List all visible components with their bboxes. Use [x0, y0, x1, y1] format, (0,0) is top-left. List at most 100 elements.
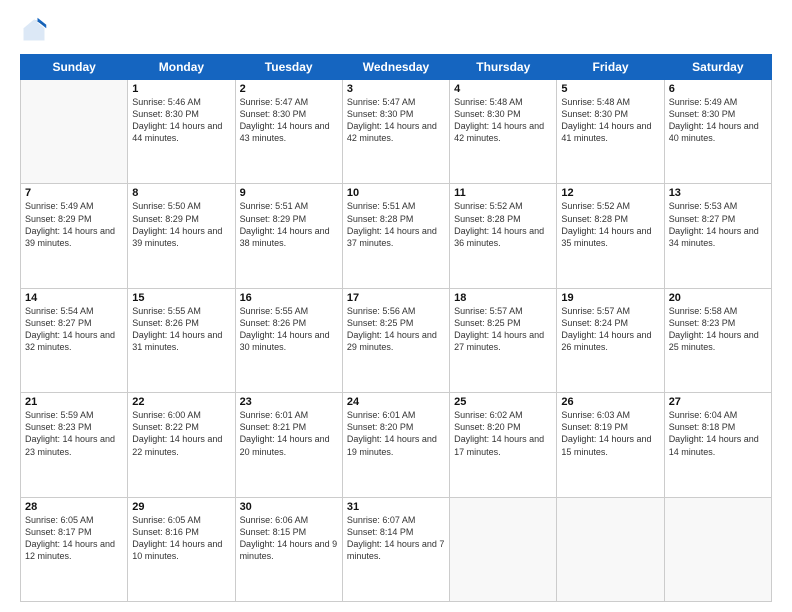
calendar-cell: 15Sunrise: 5:55 AMSunset: 8:26 PMDayligh… [128, 288, 235, 392]
day-number: 1 [132, 83, 230, 95]
cell-info: Sunrise: 6:05 AMSunset: 8:16 PMDaylight:… [132, 514, 230, 563]
calendar-cell: 9Sunrise: 5:51 AMSunset: 8:29 PMDaylight… [235, 184, 342, 288]
calendar-cell: 2Sunrise: 5:47 AMSunset: 8:30 PMDaylight… [235, 80, 342, 184]
cell-info: Sunrise: 6:07 AMSunset: 8:14 PMDaylight:… [347, 514, 445, 563]
calendar-cell: 16Sunrise: 5:55 AMSunset: 8:26 PMDayligh… [235, 288, 342, 392]
header [20, 16, 772, 44]
day-number: 14 [25, 292, 123, 304]
cell-info: Sunrise: 5:49 AMSunset: 8:29 PMDaylight:… [25, 200, 123, 249]
calendar-cell: 31Sunrise: 6:07 AMSunset: 8:14 PMDayligh… [342, 497, 449, 601]
cell-info: Sunrise: 5:47 AMSunset: 8:30 PMDaylight:… [347, 96, 445, 145]
calendar-week-2: 7Sunrise: 5:49 AMSunset: 8:29 PMDaylight… [21, 184, 772, 288]
day-number: 31 [347, 501, 445, 513]
cell-info: Sunrise: 6:02 AMSunset: 8:20 PMDaylight:… [454, 409, 552, 458]
cell-info: Sunrise: 5:52 AMSunset: 8:28 PMDaylight:… [454, 200, 552, 249]
calendar-cell: 13Sunrise: 5:53 AMSunset: 8:27 PMDayligh… [664, 184, 771, 288]
cell-info: Sunrise: 5:47 AMSunset: 8:30 PMDaylight:… [240, 96, 338, 145]
calendar-cell: 22Sunrise: 6:00 AMSunset: 8:22 PMDayligh… [128, 393, 235, 497]
day-number: 28 [25, 501, 123, 513]
day-number: 16 [240, 292, 338, 304]
calendar-cell: 26Sunrise: 6:03 AMSunset: 8:19 PMDayligh… [557, 393, 664, 497]
calendar-table: Sunday Monday Tuesday Wednesday Thursday… [20, 54, 772, 602]
calendar-cell [450, 497, 557, 601]
day-number: 8 [132, 187, 230, 199]
cell-info: Sunrise: 5:50 AMSunset: 8:29 PMDaylight:… [132, 200, 230, 249]
day-number: 9 [240, 187, 338, 199]
cell-info: Sunrise: 5:49 AMSunset: 8:30 PMDaylight:… [669, 96, 767, 145]
calendar-cell: 21Sunrise: 5:59 AMSunset: 8:23 PMDayligh… [21, 393, 128, 497]
day-number: 13 [669, 187, 767, 199]
calendar-cell: 18Sunrise: 5:57 AMSunset: 8:25 PMDayligh… [450, 288, 557, 392]
calendar-cell: 5Sunrise: 5:48 AMSunset: 8:30 PMDaylight… [557, 80, 664, 184]
cell-info: Sunrise: 6:03 AMSunset: 8:19 PMDaylight:… [561, 409, 659, 458]
day-number: 25 [454, 396, 552, 408]
calendar-cell: 28Sunrise: 6:05 AMSunset: 8:17 PMDayligh… [21, 497, 128, 601]
cell-info: Sunrise: 6:01 AMSunset: 8:20 PMDaylight:… [347, 409, 445, 458]
cell-info: Sunrise: 5:55 AMSunset: 8:26 PMDaylight:… [132, 305, 230, 354]
cell-info: Sunrise: 5:56 AMSunset: 8:25 PMDaylight:… [347, 305, 445, 354]
day-number: 15 [132, 292, 230, 304]
day-number: 3 [347, 83, 445, 95]
day-number: 24 [347, 396, 445, 408]
day-number: 27 [669, 396, 767, 408]
calendar-cell: 25Sunrise: 6:02 AMSunset: 8:20 PMDayligh… [450, 393, 557, 497]
cell-info: Sunrise: 5:59 AMSunset: 8:23 PMDaylight:… [25, 409, 123, 458]
day-number: 19 [561, 292, 659, 304]
cell-info: Sunrise: 5:52 AMSunset: 8:28 PMDaylight:… [561, 200, 659, 249]
cell-info: Sunrise: 5:48 AMSunset: 8:30 PMDaylight:… [561, 96, 659, 145]
calendar-cell [664, 497, 771, 601]
calendar-header-row: Sunday Monday Tuesday Wednesday Thursday… [21, 55, 772, 80]
calendar-cell: 11Sunrise: 5:52 AMSunset: 8:28 PMDayligh… [450, 184, 557, 288]
logo-icon [20, 16, 48, 44]
col-monday: Monday [128, 55, 235, 80]
cell-info: Sunrise: 5:57 AMSunset: 8:24 PMDaylight:… [561, 305, 659, 354]
calendar-cell: 24Sunrise: 6:01 AMSunset: 8:20 PMDayligh… [342, 393, 449, 497]
calendar-cell: 8Sunrise: 5:50 AMSunset: 8:29 PMDaylight… [128, 184, 235, 288]
calendar-cell: 3Sunrise: 5:47 AMSunset: 8:30 PMDaylight… [342, 80, 449, 184]
calendar-cell: 12Sunrise: 5:52 AMSunset: 8:28 PMDayligh… [557, 184, 664, 288]
day-number: 30 [240, 501, 338, 513]
day-number: 4 [454, 83, 552, 95]
cell-info: Sunrise: 6:00 AMSunset: 8:22 PMDaylight:… [132, 409, 230, 458]
cell-info: Sunrise: 5:58 AMSunset: 8:23 PMDaylight:… [669, 305, 767, 354]
calendar-cell: 6Sunrise: 5:49 AMSunset: 8:30 PMDaylight… [664, 80, 771, 184]
day-number: 7 [25, 187, 123, 199]
cell-info: Sunrise: 5:57 AMSunset: 8:25 PMDaylight:… [454, 305, 552, 354]
col-thursday: Thursday [450, 55, 557, 80]
day-number: 21 [25, 396, 123, 408]
cell-info: Sunrise: 5:51 AMSunset: 8:28 PMDaylight:… [347, 200, 445, 249]
calendar-cell [557, 497, 664, 601]
calendar-cell: 17Sunrise: 5:56 AMSunset: 8:25 PMDayligh… [342, 288, 449, 392]
day-number: 20 [669, 292, 767, 304]
cell-info: Sunrise: 5:46 AMSunset: 8:30 PMDaylight:… [132, 96, 230, 145]
day-number: 23 [240, 396, 338, 408]
calendar-page: Sunday Monday Tuesday Wednesday Thursday… [0, 0, 792, 612]
calendar-cell: 29Sunrise: 6:05 AMSunset: 8:16 PMDayligh… [128, 497, 235, 601]
calendar-cell: 23Sunrise: 6:01 AMSunset: 8:21 PMDayligh… [235, 393, 342, 497]
cell-info: Sunrise: 6:06 AMSunset: 8:15 PMDaylight:… [240, 514, 338, 563]
calendar-cell: 10Sunrise: 5:51 AMSunset: 8:28 PMDayligh… [342, 184, 449, 288]
calendar-cell: 19Sunrise: 5:57 AMSunset: 8:24 PMDayligh… [557, 288, 664, 392]
calendar-week-3: 14Sunrise: 5:54 AMSunset: 8:27 PMDayligh… [21, 288, 772, 392]
cell-info: Sunrise: 6:04 AMSunset: 8:18 PMDaylight:… [669, 409, 767, 458]
day-number: 18 [454, 292, 552, 304]
day-number: 29 [132, 501, 230, 513]
cell-info: Sunrise: 6:01 AMSunset: 8:21 PMDaylight:… [240, 409, 338, 458]
cell-info: Sunrise: 5:48 AMSunset: 8:30 PMDaylight:… [454, 96, 552, 145]
calendar-cell: 1Sunrise: 5:46 AMSunset: 8:30 PMDaylight… [128, 80, 235, 184]
day-number: 17 [347, 292, 445, 304]
day-number: 5 [561, 83, 659, 95]
cell-info: Sunrise: 5:53 AMSunset: 8:27 PMDaylight:… [669, 200, 767, 249]
day-number: 10 [347, 187, 445, 199]
col-wednesday: Wednesday [342, 55, 449, 80]
calendar-cell [21, 80, 128, 184]
col-friday: Friday [557, 55, 664, 80]
day-number: 22 [132, 396, 230, 408]
cell-info: Sunrise: 5:54 AMSunset: 8:27 PMDaylight:… [25, 305, 123, 354]
calendar-cell: 27Sunrise: 6:04 AMSunset: 8:18 PMDayligh… [664, 393, 771, 497]
day-number: 2 [240, 83, 338, 95]
calendar-week-4: 21Sunrise: 5:59 AMSunset: 8:23 PMDayligh… [21, 393, 772, 497]
logo [20, 16, 52, 44]
cell-info: Sunrise: 5:55 AMSunset: 8:26 PMDaylight:… [240, 305, 338, 354]
col-saturday: Saturday [664, 55, 771, 80]
